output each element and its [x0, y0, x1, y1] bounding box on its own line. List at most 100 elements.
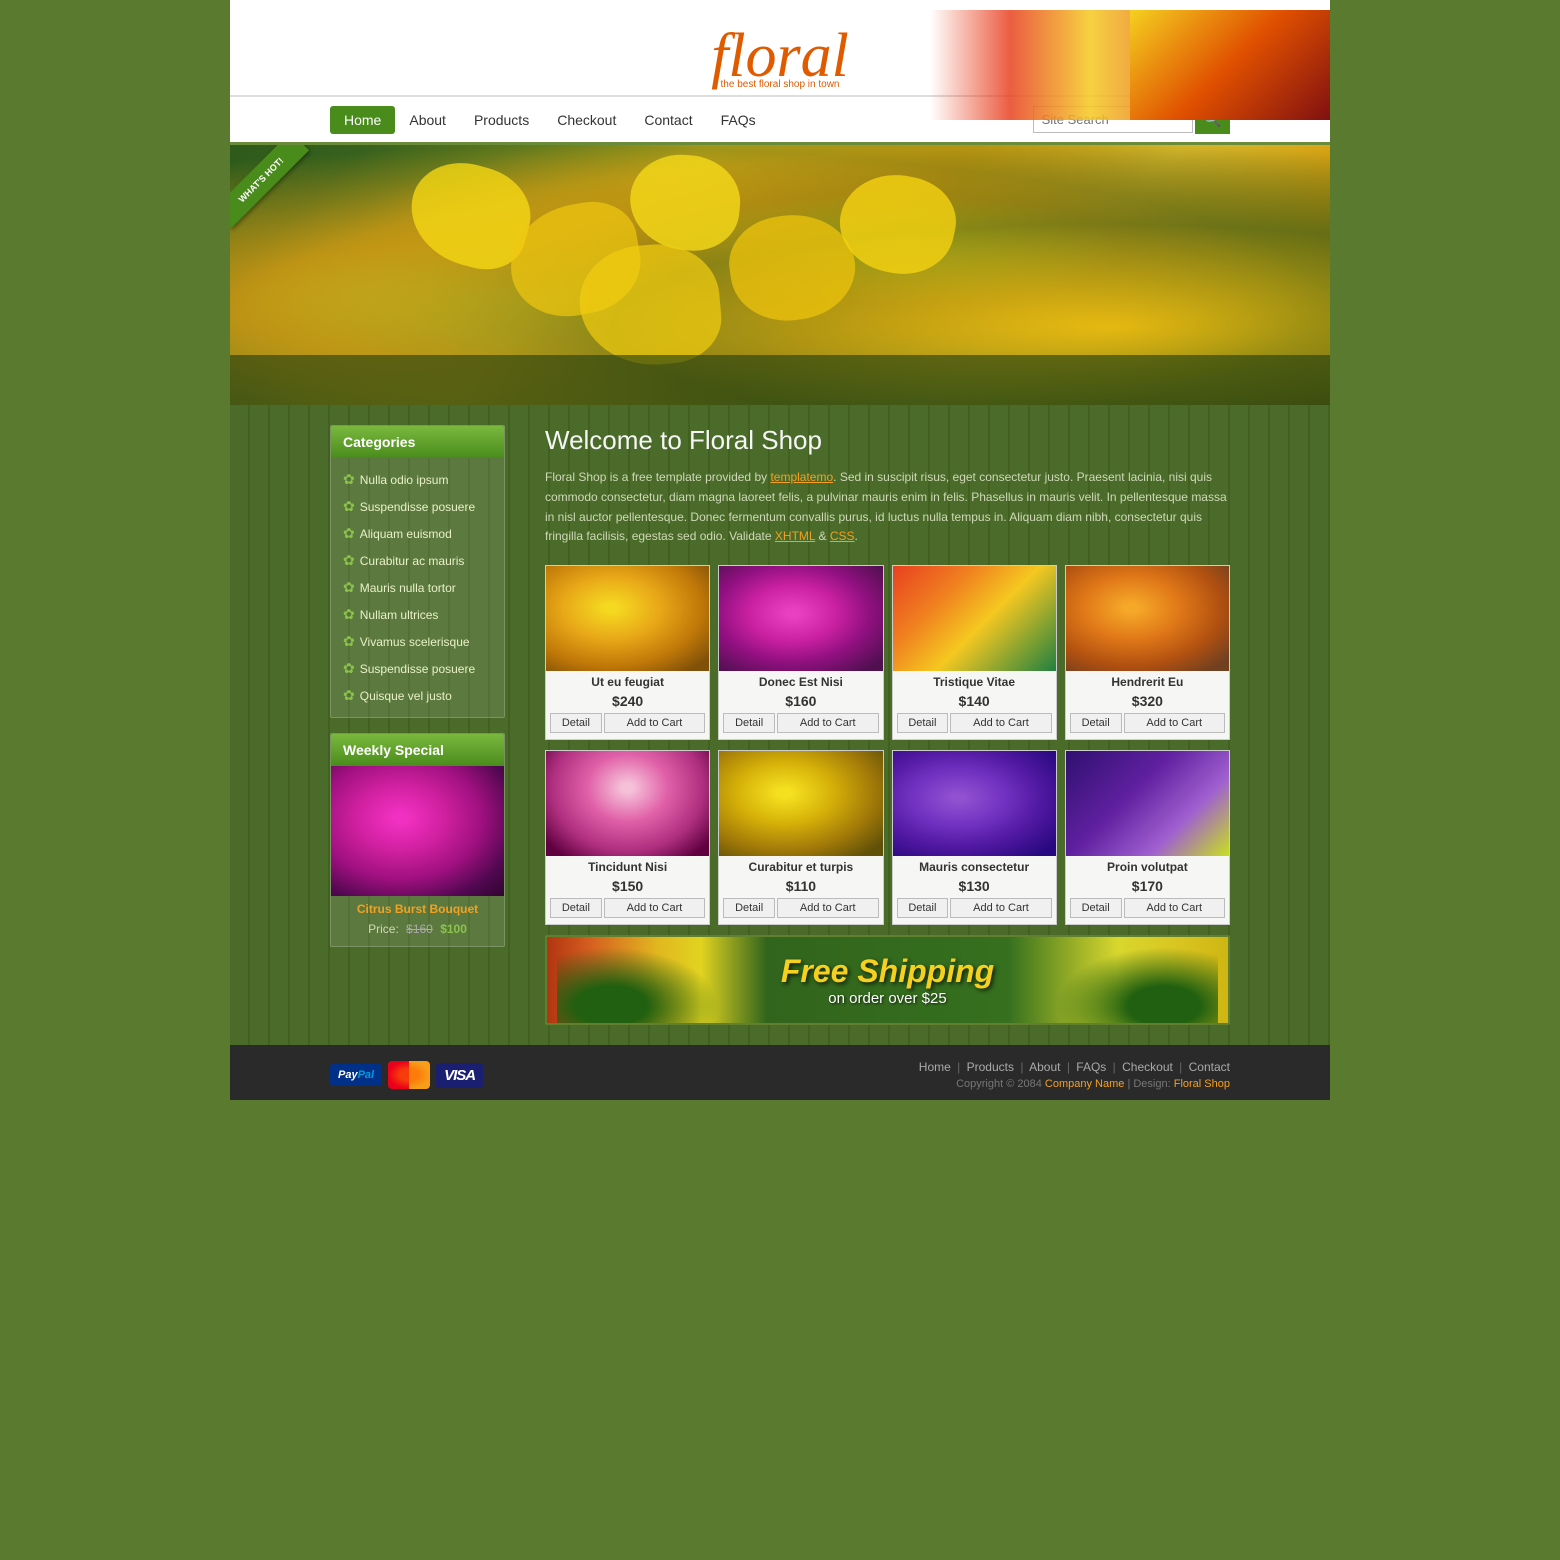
add-to-cart-button-4[interactable]: Add to Cart [604, 898, 706, 918]
detail-button-7[interactable]: Detail [1070, 898, 1122, 918]
bullet-icon: ✿ [343, 687, 355, 704]
design-link[interactable]: Floral Shop [1174, 1078, 1230, 1090]
detail-button-0[interactable]: Detail [550, 713, 602, 733]
main-content: Welcome to Floral Shop Floral Shop is a … [525, 425, 1230, 1025]
detail-button-2[interactable]: Detail [897, 713, 949, 733]
category-item-2[interactable]: ✿Aliquam euismod [331, 520, 504, 547]
add-to-cart-button-2[interactable]: Add to Cart [950, 713, 1052, 733]
product-name-5: Curabitur et turpis [719, 856, 882, 876]
separator-5: | [1179, 1060, 1182, 1074]
copyright-text: Copyright © 2084 [956, 1078, 1042, 1090]
detail-button-6[interactable]: Detail [897, 898, 949, 918]
footer-home-link[interactable]: Home [919, 1060, 951, 1074]
old-price: $160 [406, 922, 433, 936]
footer-links: Home | Products | About | FAQs | Checkou… [919, 1060, 1230, 1074]
visa-icon: VISA [436, 1063, 483, 1088]
product-card-6: Mauris consectetur $130 Detail Add to Ca… [892, 750, 1057, 925]
add-to-cart-button-3[interactable]: Add to Cart [1124, 713, 1226, 733]
product-price-7: $170 [1066, 876, 1229, 898]
product-image-7 [1066, 751, 1229, 856]
separator-1: | [957, 1060, 960, 1074]
bullet-icon: ✿ [343, 552, 355, 569]
nav-products[interactable]: Products [460, 106, 543, 134]
footer-faqs-link[interactable]: FAQs [1076, 1060, 1106, 1074]
bullet-icon: ✿ [343, 633, 355, 650]
shipping-sub-text: on order over $25 [781, 990, 994, 1007]
hero-banner [230, 145, 1330, 405]
shipping-main-text: Free Shipping [781, 953, 994, 990]
weekly-special-price: Price: $160 $100 [331, 919, 504, 946]
product-card-1: Donec Est Nisi $160 Detail Add to Cart [718, 565, 883, 740]
product-image-3 [1066, 566, 1229, 671]
nav-contact[interactable]: Contact [630, 106, 706, 134]
add-to-cart-button-1[interactable]: Add to Cart [777, 713, 879, 733]
categories-list: ✿Nulla odio ipsum ✿Suspendisse posuere ✿… [331, 458, 504, 717]
product-price-4: $150 [546, 876, 709, 898]
bullet-icon: ✿ [343, 471, 355, 488]
product-grid-row2: Tincidunt Nisi $150 Detail Add to Cart C… [545, 750, 1230, 925]
product-price-3: $320 [1066, 691, 1229, 713]
nav-about[interactable]: About [395, 106, 460, 134]
category-item-5[interactable]: ✿Nullam ultrices [331, 601, 504, 628]
detail-button-1[interactable]: Detail [723, 713, 775, 733]
add-to-cart-button-7[interactable]: Add to Cart [1124, 898, 1226, 918]
price-label: Price: [368, 922, 399, 936]
design-label: | Design: [1127, 1078, 1170, 1090]
product-name-4: Tincidunt Nisi [546, 856, 709, 876]
product-name-2: Tristique Vitae [893, 671, 1056, 691]
footer-checkout-link[interactable]: Checkout [1122, 1060, 1173, 1074]
footer-right: Home | Products | About | FAQs | Checkou… [919, 1060, 1230, 1090]
templatemo-link[interactable]: templatemo [770, 470, 833, 484]
css-link[interactable]: CSS [830, 529, 855, 543]
weekly-special-title: Weekly Special [331, 734, 504, 766]
category-item-0[interactable]: ✿Nulla odio ipsum [331, 466, 504, 493]
detail-button-5[interactable]: Detail [723, 898, 775, 918]
bullet-icon: ✿ [343, 579, 355, 596]
company-link[interactable]: Company Name [1045, 1078, 1124, 1090]
footer-about-link[interactable]: About [1029, 1060, 1060, 1074]
category-item-7[interactable]: ✿Suspendisse posuere [331, 655, 504, 682]
footer-contact-link[interactable]: Contact [1189, 1060, 1230, 1074]
weekly-special-name: Citrus Burst Bouquet [331, 896, 504, 919]
product-card-5: Curabitur et turpis $110 Detail Add to C… [718, 750, 883, 925]
welcome-title: Welcome to Floral Shop [545, 425, 1230, 456]
category-item-1[interactable]: ✿Suspendisse posuere [331, 493, 504, 520]
bullet-icon: ✿ [343, 660, 355, 677]
product-image-4 [546, 751, 709, 856]
separator-4: | [1113, 1060, 1116, 1074]
paypal-icon: PayPal [330, 1064, 382, 1086]
bullet-icon: ✿ [343, 525, 355, 542]
bullet-icon: ✿ [343, 498, 355, 515]
bullet-icon: ✿ [343, 606, 355, 623]
categories-box: Categories ✿Nulla odio ipsum ✿Suspendiss… [330, 425, 505, 718]
xhtml-link[interactable]: XHTML [775, 529, 815, 543]
category-item-3[interactable]: ✿Curabitur ac mauris [331, 547, 504, 574]
product-card-7: Proin volutpat $170 Detail Add to Cart [1065, 750, 1230, 925]
product-price-2: $140 [893, 691, 1056, 713]
nav-home[interactable]: Home [330, 106, 395, 134]
category-item-4[interactable]: ✿Mauris nulla tortor [331, 574, 504, 601]
payment-icons: PayPal VISA [330, 1061, 483, 1089]
product-name-0: Ut eu feugiat [546, 671, 709, 691]
add-to-cart-button-6[interactable]: Add to Cart [950, 898, 1052, 918]
product-grid-row1: Ut eu feugiat $240 Detail Add to Cart Do… [545, 565, 1230, 740]
add-to-cart-button-0[interactable]: Add to Cart [604, 713, 706, 733]
footer-products-link[interactable]: Products [967, 1060, 1014, 1074]
product-name-3: Hendrerit Eu [1066, 671, 1229, 691]
nav-checkout[interactable]: Checkout [543, 106, 630, 134]
category-item-8[interactable]: ✿Quisque vel justo [331, 682, 504, 709]
footer-copyright: Copyright © 2084 Company Name | Design: … [919, 1078, 1230, 1090]
product-image-1 [719, 566, 882, 671]
add-to-cart-button-5[interactable]: Add to Cart [777, 898, 879, 918]
product-price-0: $240 [546, 691, 709, 713]
detail-button-3[interactable]: Detail [1070, 713, 1122, 733]
product-name-7: Proin volutpat [1066, 856, 1229, 876]
detail-button-4[interactable]: Detail [550, 898, 602, 918]
nav-faqs[interactable]: FAQs [707, 106, 770, 134]
product-price-5: $110 [719, 876, 882, 898]
logo: floral [711, 25, 849, 87]
product-price-6: $130 [893, 876, 1056, 898]
product-image-5 [719, 751, 882, 856]
category-item-6[interactable]: ✿Vivamus scelerisque [331, 628, 504, 655]
product-card-2: Tristique Vitae $140 Detail Add to Cart [892, 565, 1057, 740]
